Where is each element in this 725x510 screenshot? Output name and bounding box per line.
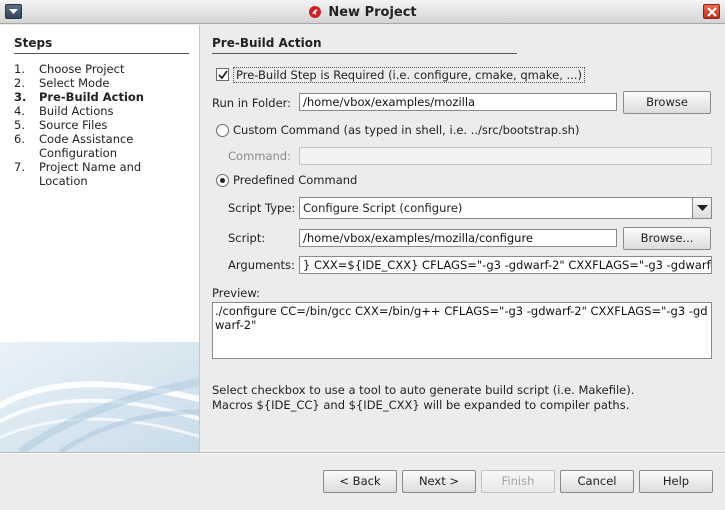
step-number: 4. [14, 104, 25, 118]
step-label: Select Mode [39, 76, 110, 90]
decorative-swoosh-graphic [0, 342, 199, 452]
custom-command-label[interactable]: Custom Command (as typed in shell, i.e. … [233, 123, 579, 137]
step-number: 5. [14, 118, 25, 132]
preview-label: Preview: [212, 286, 261, 300]
hint-text: Select checkbox to use a tool to auto ge… [212, 383, 712, 413]
close-icon [707, 7, 717, 17]
step-label-group: Project Name and Location [39, 160, 141, 188]
next-button[interactable]: Next > [402, 470, 476, 493]
script-type-label: Script Type: [228, 201, 296, 215]
step-number: 1. [14, 62, 25, 76]
command-label: Command: [228, 149, 291, 163]
script-type-value: Configure Script (configure) [303, 201, 463, 215]
prebuild-checkbox[interactable] [216, 68, 229, 81]
step-label-line2: Configuration [39, 146, 117, 160]
arguments-field[interactable]: } CXX=${IDE_CXX} CFLAGS="-g3 -gdwarf-2" … [299, 256, 712, 274]
script-field[interactable]: /home/vbox/examples/mozilla/configure [299, 229, 617, 247]
help-button[interactable]: Help [639, 470, 713, 493]
title-bar: New Project [0, 0, 725, 24]
step-label: Build Actions [39, 104, 114, 118]
app-logo-icon [309, 6, 322, 18]
step-label: Source Files [39, 118, 108, 132]
back-button[interactable]: < Back [323, 470, 397, 493]
step-label: Project Name and [39, 160, 142, 174]
step-item-active: 3. Pre-Build Action [14, 90, 194, 104]
cancel-button[interactable]: Cancel [560, 470, 634, 493]
form-panel: Pre-Build Action Pre-Build Step is Requi… [201, 25, 725, 452]
predefined-command-label[interactable]: Predefined Command [233, 173, 357, 187]
step-item: 1. Choose Project [14, 62, 194, 76]
run-in-folder-label: Run in Folder: [212, 96, 292, 110]
radio-selected-dot [220, 178, 225, 183]
step-number: 7. [14, 160, 25, 174]
footer-divider-highlight [0, 453, 725, 454]
step-item: 5. Source Files [14, 118, 194, 132]
arguments-label: Arguments: [228, 258, 295, 272]
script-type-dropdown-arrow[interactable] [692, 198, 711, 218]
section-title: Pre-Build Action [212, 36, 517, 54]
checkmark-icon [218, 70, 228, 80]
command-field[interactable] [299, 147, 712, 165]
script-label: Script: [228, 231, 266, 245]
step-item: 4. Build Actions [14, 104, 194, 118]
title-wrap: New Project [0, 0, 725, 24]
script-type-select[interactable]: Configure Script (configure) [299, 197, 712, 219]
window-title: New Project [328, 4, 417, 20]
step-label: Choose Project [39, 62, 125, 76]
step-item: 2. Select Mode [14, 76, 194, 90]
step-item: 6. Code Assistance Configuration [14, 132, 194, 160]
step-label-line2: Location [39, 174, 88, 188]
hint-line-2: Macros ${IDE_CC} and ${IDE_CXX} will be … [212, 398, 630, 412]
step-number: 6. [14, 132, 25, 146]
step-number: 3. [14, 90, 27, 104]
predefined-command-radio[interactable] [216, 174, 229, 187]
run-in-folder-field[interactable]: /home/vbox/examples/mozilla [299, 93, 617, 111]
step-number: 2. [14, 76, 25, 90]
title-inner: New Project [308, 0, 417, 24]
step-label: Pre-Build Action [39, 90, 144, 104]
finish-button[interactable]: Finish [481, 470, 555, 493]
steps-panel: Steps 1. Choose Project 2. Select Mode 3… [0, 25, 200, 452]
close-button[interactable] [703, 4, 720, 19]
chevron-down-icon [697, 205, 708, 211]
step-label-group: Code Assistance Configuration [39, 132, 133, 160]
steps-list: 1. Choose Project 2. Select Mode 3. Pre-… [14, 62, 194, 188]
browse-folder-button[interactable]: Browse [623, 91, 711, 114]
custom-command-radio[interactable] [216, 124, 229, 137]
preview-textarea[interactable]: ./configure CC=/bin/gcc CXX=/bin/g++ CFL… [212, 302, 712, 359]
steps-heading: Steps [14, 36, 189, 54]
step-item: 7. Project Name and Location [14, 160, 194, 188]
hint-line-1: Select checkbox to use a tool to auto ge… [212, 383, 635, 397]
browse-script-button[interactable]: Browse... [623, 227, 711, 250]
step-label: Code Assistance [39, 132, 134, 146]
prebuild-checkbox-label[interactable]: Pre-Build Step is Required (i.e. configu… [233, 67, 585, 83]
